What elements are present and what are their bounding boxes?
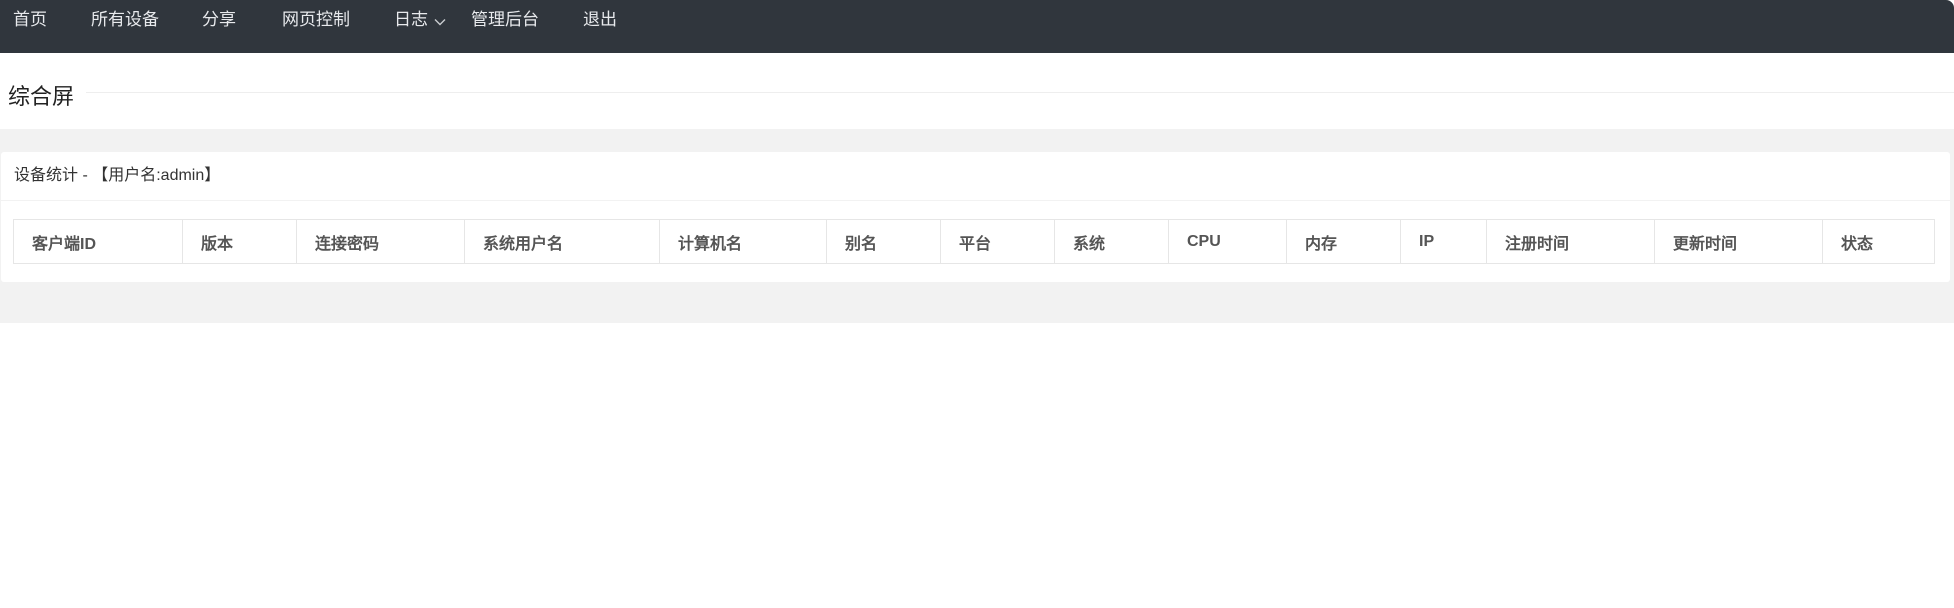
nav-admin[interactable]: 管理后台 [471, 0, 539, 40]
nav-web-control[interactable]: 网页控制 [282, 0, 350, 40]
device-stats-card: 设备统计 - 【用户名:admin】 客户端ID 版本 连接密码 系统用户名 计… [1, 152, 1950, 282]
device-table: 客户端ID 版本 连接密码 系统用户名 计算机名 别名 平台 系统 CPU 内存… [13, 219, 1935, 264]
page-title-section: 综合屏 [0, 53, 1954, 129]
nav-logs-dropdown[interactable]: 日志 [394, 0, 446, 40]
column-header-version: 版本 [182, 219, 297, 264]
page-title: 综合屏 [8, 79, 87, 111]
column-header-register-time: 注册时间 [1486, 219, 1655, 264]
chevron-down-icon [434, 1, 446, 41]
column-header-computer-name: 计算机名 [659, 219, 827, 264]
nav-share[interactable]: 分享 [202, 0, 236, 40]
column-header-os: 系统 [1054, 219, 1169, 264]
column-header-client-id: 客户端ID [13, 219, 183, 264]
table-header-row: 客户端ID 版本 连接密码 系统用户名 计算机名 别名 平台 系统 CPU 内存… [13, 219, 1935, 264]
nav-logout[interactable]: 退出 [583, 0, 617, 40]
column-header-password: 连接密码 [296, 219, 465, 264]
column-header-platform: 平台 [940, 219, 1055, 264]
nav-home[interactable]: 首页 [13, 0, 47, 40]
nav-logs-label: 日志 [394, 10, 428, 29]
column-header-memory: 内存 [1286, 219, 1401, 264]
column-header-update-time: 更新时间 [1654, 219, 1823, 264]
column-header-alias: 别名 [826, 219, 941, 264]
column-header-ip: IP [1400, 219, 1487, 264]
nav-all-devices[interactable]: 所有设备 [91, 0, 159, 40]
column-header-status: 状态 [1822, 219, 1935, 264]
top-navbar: 首页 所有设备 分享 网页控制 日志 管理后台 退出 [0, 0, 1954, 53]
column-header-cpu: CPU [1168, 219, 1287, 264]
column-header-system-username: 系统用户名 [464, 219, 660, 264]
card-header: 设备统计 - 【用户名:admin】 [1, 152, 1950, 201]
title-divider [70, 92, 1954, 93]
